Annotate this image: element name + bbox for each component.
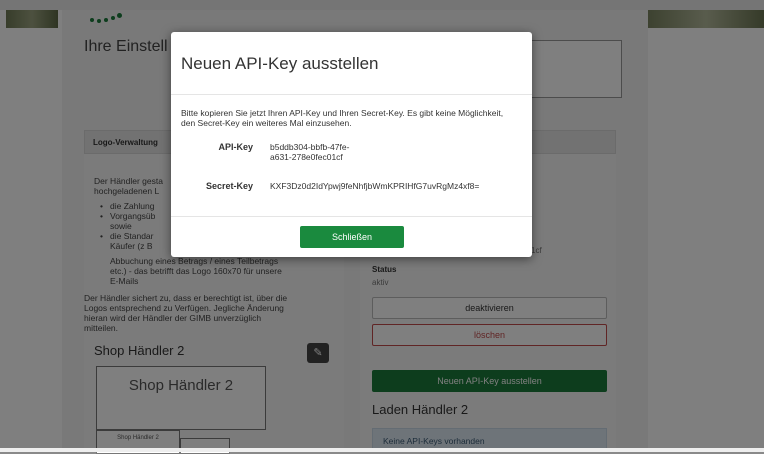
secret-key-value: KXF3Dz0d2IdYpwj9feNhfjbWmKPRIHfG7uvRgMz4…	[270, 181, 480, 191]
modal-divider	[171, 216, 532, 217]
modal-title: Neuen API-Key ausstellen	[181, 54, 379, 73]
api-key-label: API-Key	[218, 142, 253, 152]
close-button[interactable]: Schließen	[300, 226, 404, 248]
modal-divider	[171, 94, 532, 95]
bottom-strip	[0, 448, 764, 452]
api-key-value-line: b5ddb304-bbfb-47fe-	[270, 142, 350, 152]
modal-description: Bitte kopieren Sie jetzt Ihren API-Key u…	[181, 108, 504, 128]
api-key-modal: Neuen API-Key ausstellen Bitte kopieren …	[171, 32, 532, 257]
api-key-value-line: a631-278e0fec01cf	[270, 152, 343, 162]
secret-key-label: Secret-Key	[205, 181, 253, 191]
